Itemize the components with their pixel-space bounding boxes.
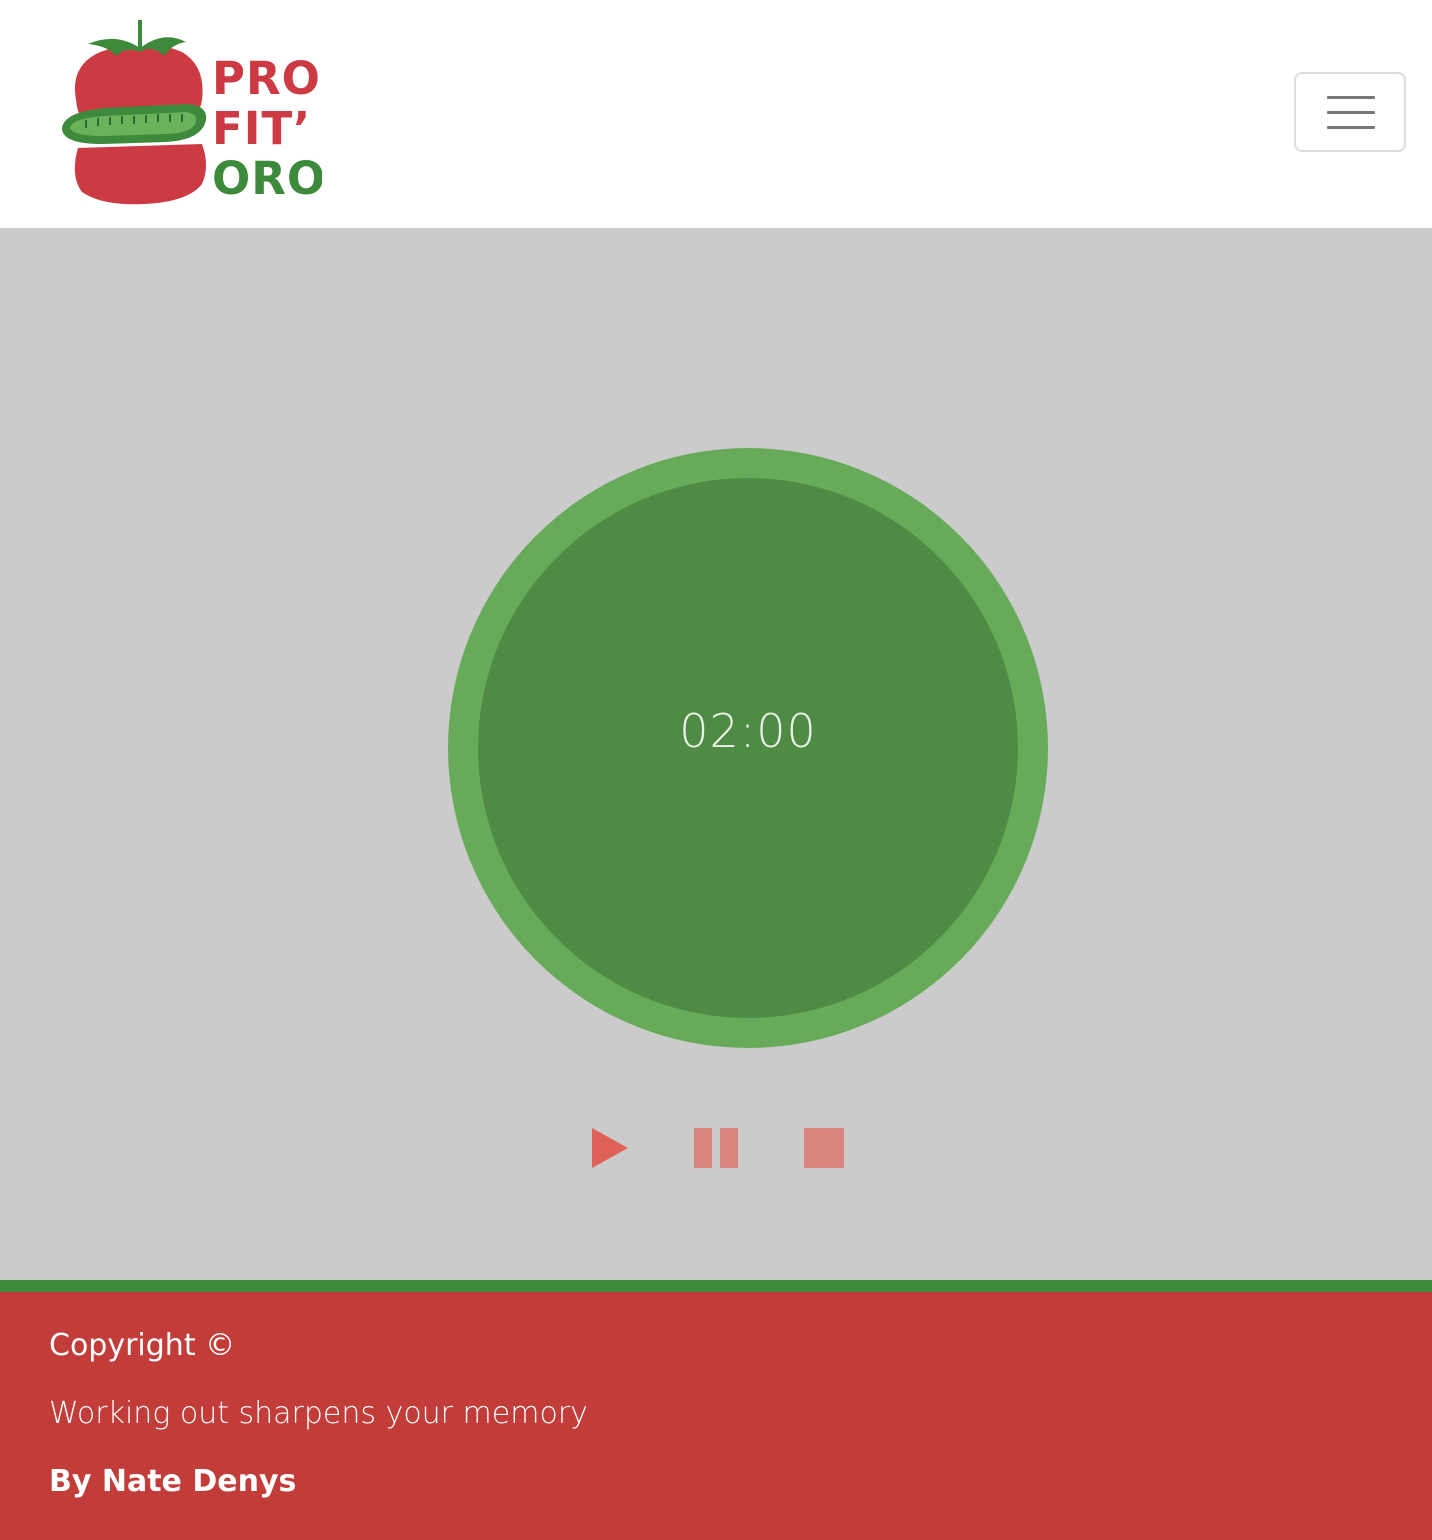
play-button[interactable]: [590, 1126, 630, 1170]
play-icon: [592, 1128, 628, 1168]
logo-line-1: PRO: [212, 52, 321, 105]
logo-line-3: ORO: [212, 152, 322, 205]
pause-button[interactable]: [693, 1126, 739, 1170]
tomato-icon: [62, 20, 207, 205]
pause-icon: [694, 1128, 738, 1168]
logo-line-2: FIT’: [212, 102, 311, 155]
stop-button[interactable]: [803, 1126, 845, 1170]
profitoro-logo[interactable]: PRO FIT’ ORO: [56, 16, 322, 208]
navbar-toggle-button[interactable]: [1294, 72, 1406, 152]
footer-stripe: [0, 1280, 1432, 1292]
timer-face: 02:00: [478, 478, 1018, 1018]
timer-display: 02:00: [679, 704, 817, 758]
timer-controls: [0, 1126, 1432, 1172]
site-footer: Copyright © Working out sharpens your me…: [0, 1292, 1432, 1540]
footer-tagline: Working out sharpens your memory: [49, 1396, 588, 1431]
site-header: PRO FIT’ ORO: [0, 0, 1432, 228]
stop-icon: [804, 1128, 844, 1168]
timer-circle: 02:00: [448, 448, 1048, 1048]
timer-section: 02:00: [0, 228, 1432, 1280]
footer-author: By Nate Denys: [49, 1464, 297, 1499]
footer-copyright: Copyright ©: [49, 1328, 236, 1363]
